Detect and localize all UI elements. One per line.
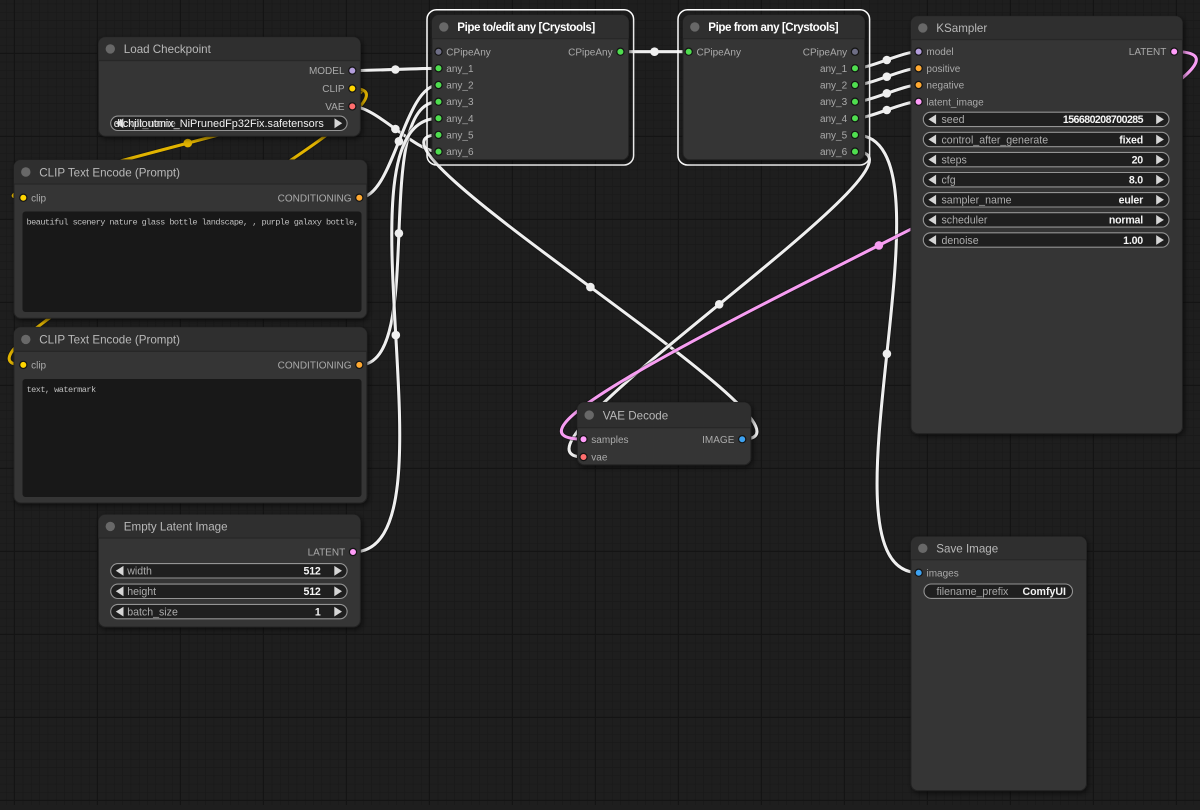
svg-text:LATENT: LATENT: [1129, 47, 1167, 58]
svg-text:512: 512: [304, 566, 321, 578]
svg-text:1.00: 1.00: [1123, 235, 1143, 247]
svg-text:CONDITIONING: CONDITIONING: [278, 361, 352, 372]
svg-text:vae: vae: [591, 453, 608, 464]
svg-text:samples: samples: [591, 435, 628, 446]
svg-text:control_after_generate: control_after_generate: [942, 134, 1049, 146]
svg-text:clip: clip: [31, 361, 46, 372]
svg-text:any_5: any_5: [820, 131, 848, 142]
svg-text:any_1: any_1: [446, 64, 474, 75]
svg-text:any_6: any_6: [820, 147, 848, 158]
svg-text:steps: steps: [942, 154, 967, 166]
svg-text:beautiful scenery nature glass: beautiful scenery nature glass bottle la…: [27, 218, 359, 228]
svg-text:Empty Latent Image: Empty Latent Image: [124, 521, 228, 534]
svg-text:any_1: any_1: [820, 64, 848, 75]
svg-text:images: images: [927, 568, 959, 579]
svg-text:MODEL: MODEL: [309, 66, 345, 77]
svg-text:CPipeAny: CPipeAny: [568, 47, 612, 58]
svg-text:batch_size: batch_size: [127, 606, 178, 618]
svg-text:model: model: [926, 47, 953, 58]
svg-text:Pipe from any [Crystools]: Pipe from any [Crystools]: [708, 21, 838, 34]
svg-text:Pipe to/edit any [Crystools]: Pipe to/edit any [Crystools]: [457, 21, 595, 34]
svg-text:euler: euler: [1119, 195, 1143, 207]
svg-text:CPipeAny: CPipeAny: [697, 47, 741, 58]
svg-text:any_5: any_5: [446, 131, 474, 142]
svg-text:fixed: fixed: [1119, 134, 1143, 146]
svg-text:d\chilloutmix_NiPrunedFp32Fix.: d\chilloutmix_NiPrunedFp32Fix.safetensor…: [114, 118, 325, 130]
svg-text:156680208700285: 156680208700285: [1063, 114, 1144, 126]
svg-text:20: 20: [1132, 154, 1144, 166]
svg-text:width: width: [126, 566, 152, 578]
svg-text:8.0: 8.0: [1129, 175, 1143, 187]
svg-text:negative: negative: [926, 81, 964, 92]
svg-text:denoise: denoise: [942, 235, 979, 247]
svg-text:any_2: any_2: [446, 81, 474, 92]
svg-text:VAE: VAE: [325, 102, 345, 113]
svg-text:CLIP: CLIP: [322, 84, 345, 95]
svg-text:any_6: any_6: [446, 147, 474, 158]
svg-text:scheduler: scheduler: [942, 215, 988, 227]
svg-text:any_2: any_2: [820, 81, 848, 92]
svg-text:CONDITIONING: CONDITIONING: [278, 193, 352, 204]
svg-text:sampler_name: sampler_name: [942, 195, 1012, 207]
svg-text:any_4: any_4: [446, 114, 474, 125]
svg-text:any_3: any_3: [820, 97, 848, 108]
svg-text:CPipeAny: CPipeAny: [803, 47, 847, 58]
svg-text:latent_image: latent_image: [926, 97, 984, 108]
svg-text:positive: positive: [926, 64, 960, 75]
svg-text:LATENT: LATENT: [308, 548, 346, 559]
svg-text:clip: clip: [31, 193, 46, 204]
svg-text:VAE Decode: VAE Decode: [603, 409, 669, 422]
svg-text:KSampler: KSampler: [936, 22, 987, 35]
svg-text:Save Image: Save Image: [936, 543, 998, 556]
svg-text:IMAGE: IMAGE: [702, 435, 735, 446]
svg-text:Load Checkpoint: Load Checkpoint: [124, 43, 212, 56]
svg-text:filename_prefix: filename_prefix: [937, 586, 1010, 598]
svg-text:CLIP Text Encode (Prompt): CLIP Text Encode (Prompt): [39, 334, 180, 347]
svg-text:cfg: cfg: [942, 175, 956, 187]
svg-text:height: height: [127, 586, 156, 598]
svg-text:any_3: any_3: [446, 97, 474, 108]
svg-text:512: 512: [304, 586, 321, 598]
svg-text:normal: normal: [1109, 215, 1143, 227]
svg-text:1: 1: [315, 606, 321, 618]
svg-text:CLIP Text Encode (Prompt): CLIP Text Encode (Prompt): [39, 166, 180, 179]
svg-text:text, watermark: text, watermark: [27, 385, 96, 395]
svg-text:any_4: any_4: [820, 114, 848, 125]
svg-text:seed: seed: [942, 114, 965, 126]
svg-text:CPipeAny: CPipeAny: [446, 47, 490, 58]
svg-text:ComfyUI: ComfyUI: [1022, 586, 1066, 598]
